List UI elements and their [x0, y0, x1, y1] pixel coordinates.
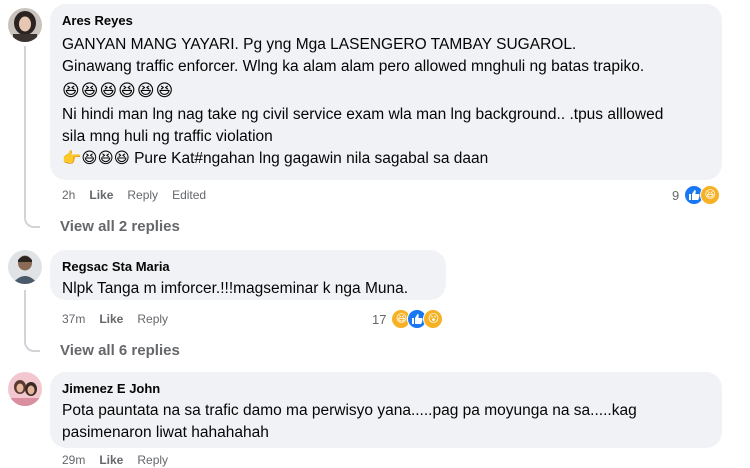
thread-curve — [24, 214, 40, 228]
reply-button[interactable]: Reply — [137, 453, 168, 467]
comment-meta: 37m Like Reply — [62, 312, 168, 326]
comment-text-line: Nlpk Tanga m imforcer.!!!magseminar k ng… — [62, 280, 409, 297]
reaction-count: 17 — [372, 311, 387, 327]
avatar[interactable] — [8, 8, 42, 42]
haha-reaction-icon: 😆 — [700, 185, 721, 205]
comment-timestamp[interactable]: 37m — [62, 312, 85, 326]
thread-line — [24, 290, 26, 340]
reaction-summary[interactable]: 9 😆 — [672, 185, 721, 205]
comment-text-line: Ni hindi man lng nag take ng civil servi… — [62, 106, 664, 123]
reaction-summary[interactable]: 17 😆 😮 — [372, 309, 444, 329]
comment-meta: 2h Like Reply Edited — [62, 188, 206, 202]
comment-meta: 29m Like Reply — [62, 453, 168, 467]
wow-reaction-icon: 😮 — [423, 309, 444, 329]
comment-bubble: Ares Reyes GANYAN MANG YAYARI. Pg yng Mg… — [50, 4, 722, 180]
like-button[interactable]: Like — [99, 453, 123, 467]
edited-label[interactable]: Edited — [172, 188, 206, 202]
view-replies-link[interactable]: View all 2 replies — [60, 218, 180, 235]
comment-bubble: Regsac Sta Maria Nlpk Tanga m imforcer.!… — [50, 250, 446, 300]
comment-timestamp[interactable]: 29m — [62, 453, 85, 467]
comment-author[interactable]: Regsac Sta Maria — [62, 258, 434, 275]
comment-text-line: Ginawang traffic enforcer. Wlng ka alam … — [62, 58, 645, 75]
comment-author[interactable]: Jimenez E John — [62, 380, 710, 397]
comment-text-line: 👉😆😆😆 Pure Kat#ngahan lng gagawin nila sa… — [62, 150, 489, 167]
thread-line — [24, 46, 26, 216]
comment-timestamp[interactable]: 2h — [62, 188, 75, 202]
thread-curve — [24, 338, 40, 352]
reaction-count: 9 — [672, 187, 680, 203]
reply-button[interactable]: Reply — [137, 312, 168, 326]
comment-text-line: sila mng huli ng traffic violation — [62, 128, 273, 145]
comment-text-line: pasimenaron liwat hahahahah — [62, 424, 269, 441]
like-button[interactable]: Like — [99, 312, 123, 326]
comment-bubble: Jimenez E John Pota pauntata na sa trafi… — [50, 372, 722, 448]
like-button[interactable]: Like — [89, 188, 113, 202]
avatar[interactable] — [8, 250, 42, 284]
comment-author[interactable]: Ares Reyes — [62, 12, 710, 29]
reply-button[interactable]: Reply — [127, 188, 158, 202]
view-replies-link[interactable]: View all 6 replies — [60, 342, 180, 359]
comment-text-line: Pota pauntata na sa trafic damo ma perwi… — [62, 402, 637, 419]
comment-emoji-line: 😆😆😆😆😆😆 — [62, 81, 175, 100]
comment-text-line: GANYAN MANG YAYARI. Pg yng Mga LASENGERO… — [62, 36, 577, 53]
avatar[interactable] — [8, 372, 42, 406]
